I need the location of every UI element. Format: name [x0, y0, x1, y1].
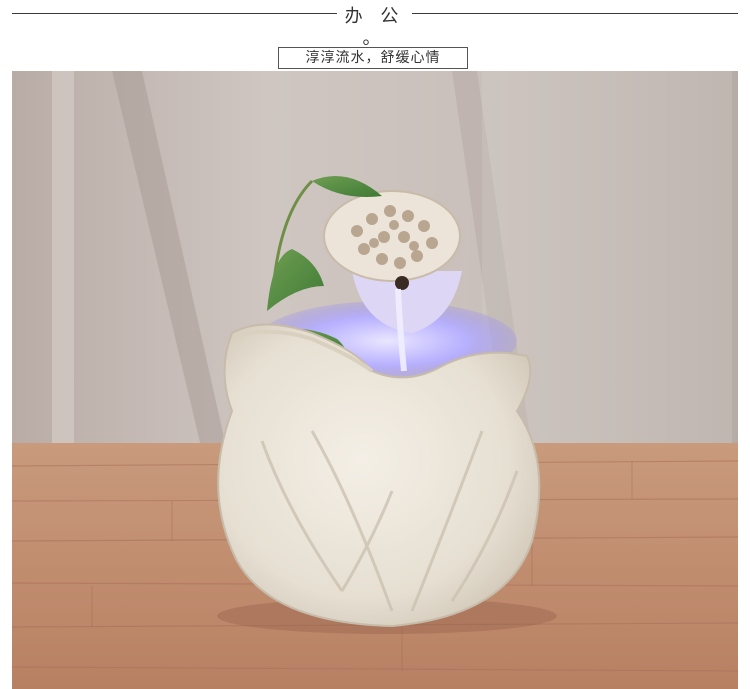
header: 办 公 。 淳淳流水，舒缓心情	[0, 0, 750, 70]
divider-right	[412, 13, 738, 14]
product-photo	[12, 71, 738, 689]
divider-left	[12, 13, 337, 14]
subtitle-box: 淳淳流水，舒缓心情	[278, 47, 468, 69]
page-title: 办 公 。	[344, 6, 405, 49]
